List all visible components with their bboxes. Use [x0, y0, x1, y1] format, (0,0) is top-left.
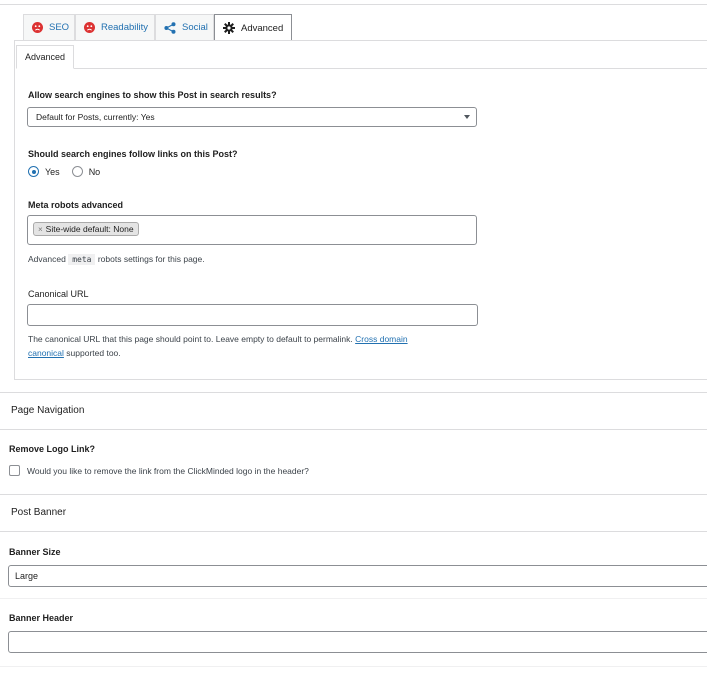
top-divider — [0, 4, 707, 5]
tab-seo-label: SEO — [49, 22, 70, 33]
divider — [0, 429, 707, 430]
chevron-down-icon — [464, 115, 470, 119]
tab-social[interactable]: Social — [155, 14, 214, 40]
banner-size-label: Banner Size — [9, 547, 61, 557]
follow-yes-radio[interactable] — [28, 166, 39, 177]
canonical-link[interactable]: canonical — [28, 348, 64, 358]
canonical-label: Canonical URL — [28, 289, 89, 299]
banner-header-input[interactable] — [8, 631, 707, 653]
divider — [0, 666, 707, 667]
divider — [0, 392, 707, 393]
subtab-advanced-label: Advanced — [24, 52, 66, 62]
canonical-url-input[interactable] — [27, 304, 478, 326]
banner-size-value: Large — [15, 571, 39, 581]
search-visibility-value: Default for Posts, currently: Yes — [36, 112, 155, 122]
divider — [0, 531, 707, 532]
remove-logo-label: Remove Logo Link? — [9, 444, 96, 454]
tab-social-label: Social — [182, 22, 208, 33]
meta-robots-label: Meta robots advanced — [28, 200, 124, 210]
page-navigation-title: Page Navigation — [11, 405, 85, 416]
tab-advanced[interactable]: Advanced — [214, 14, 292, 41]
meta-robots-help-text: Advanced — [28, 254, 66, 264]
divider — [0, 494, 707, 495]
subtab-divider — [74, 68, 707, 69]
share-icon — [164, 21, 176, 34]
cross-domain-link[interactable]: Cross domain — [355, 334, 407, 344]
meta-code: meta — [68, 254, 96, 265]
post-banner-title: Post Banner — [11, 507, 67, 518]
remove-logo-checkbox-label: Would you like to remove the link from t… — [27, 465, 309, 476]
meta-robots-chip-label: Site-wide default: None — [45, 224, 134, 234]
canonical-help-text-2: supported too. — [66, 348, 121, 358]
follow-links-radios: Yes No — [28, 166, 100, 177]
meta-robots-select[interactable]: × Site-wide default: None — [27, 215, 477, 245]
follow-no-label: No — [88, 166, 101, 177]
banner-size-input[interactable]: Large — [8, 565, 707, 587]
sad-face-icon — [84, 22, 95, 33]
sad-face-icon — [32, 22, 43, 33]
panel-bottom-border — [14, 379, 707, 380]
divider — [0, 598, 707, 599]
tab-readability-label: Readability — [101, 22, 148, 33]
meta-robots-chip[interactable]: × Site-wide default: None — [33, 222, 139, 236]
tab-readability[interactable]: Readability — [75, 14, 155, 40]
remove-logo-row: Would you like to remove the link from t… — [9, 465, 309, 476]
canonical-help-text: The canonical URL that this page should … — [28, 334, 353, 344]
tab-advanced-label: Advanced — [241, 22, 284, 34]
gear-icon — [223, 22, 235, 34]
follow-no-radio[interactable] — [71, 166, 83, 177]
search-visibility-select[interactable]: Default for Posts, currently: Yes — [27, 107, 477, 127]
meta-robots-help-text-2: robots settings for this page. — [97, 254, 205, 264]
meta-robots-help: Advanced meta robots settings for this p… — [28, 252, 205, 267]
remove-logo-checkbox[interactable] — [9, 465, 20, 476]
banner-header-label: Banner Header — [9, 613, 74, 623]
tabs-baseline — [14, 40, 707, 41]
remove-chip-icon[interactable]: × — [38, 225, 43, 234]
panel-border — [14, 40, 15, 379]
follow-yes-label: Yes — [45, 166, 60, 177]
subtab-advanced[interactable]: Advanced — [16, 45, 74, 69]
search-visibility-label: Allow search engines to show this Post i… — [28, 90, 277, 100]
follow-links-label: Should search engines follow links on th… — [28, 149, 238, 159]
canonical-help: The canonical URL that this page should … — [28, 332, 488, 360]
tab-seo[interactable]: SEO — [23, 14, 75, 40]
